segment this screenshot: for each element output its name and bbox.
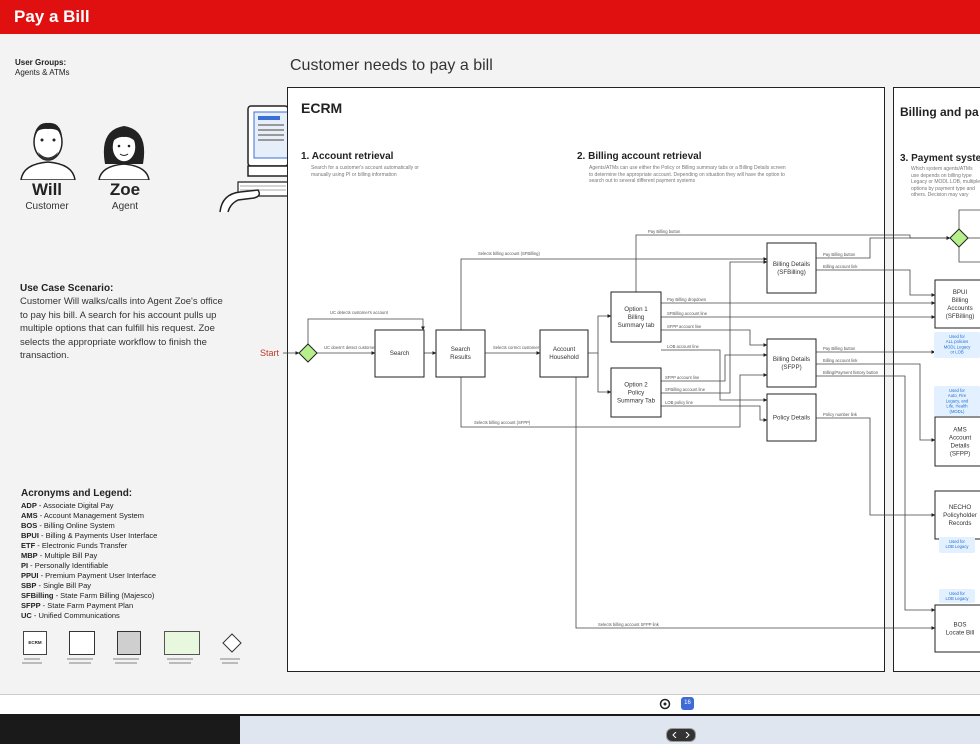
node-label-option1: Option 1: [624, 306, 648, 313]
edge-label-selects-billing-bottom: Selects billing account (SFPP): [474, 420, 531, 425]
pager-control[interactable]: [666, 728, 696, 742]
node-label-option1: Billing: [628, 314, 645, 321]
node-label-policy-details: Policy Details: [773, 415, 810, 422]
edge-label-lob-policy-line: LOB policy line: [665, 400, 694, 405]
node-billing-details-sfbilling[interactable]: [766, 242, 817, 294]
node-label-option2: Summary Tab: [617, 398, 656, 405]
note-text-bpui-note: or LOB: [950, 350, 963, 355]
node-label-account-household: Account: [553, 346, 576, 353]
edge-label-uc-detects: UC detects customer's account: [330, 310, 389, 315]
node-label-billing-details-sfb: (SFBilling): [777, 269, 806, 276]
node-label-billing-details-sfb: Billing Details: [773, 261, 810, 268]
node-label-search-results: Search: [451, 346, 471, 353]
edge-label-billing-payment-history: Billing/Payment history button: [823, 370, 879, 375]
node-label-ams: Account: [949, 435, 972, 442]
node-label-bpui: (SFBilling): [946, 313, 975, 320]
start-label: Start: [260, 348, 280, 358]
board-bottom-toolbar: 16: [0, 694, 980, 715]
edge-label-sfpp-account-line-1: SFPP account line: [667, 324, 702, 329]
node-label-ams: (SFPP): [950, 451, 970, 458]
edge-label-sfbilling-account-line-1: SFBilling account line: [667, 311, 708, 316]
edge-label-selects-billing-top: Selects billing account (SFBilling): [478, 251, 541, 256]
node-label-account-household: Household: [549, 354, 579, 361]
edge-label-pay-billing-button-3: Pay Billing button: [823, 346, 856, 351]
recenter-icon[interactable]: [659, 698, 671, 710]
node-label-billing-details-sfpp: Billing Details: [773, 356, 810, 363]
node-label-ams: Details: [951, 443, 970, 450]
node-ams[interactable]: [934, 416, 980, 467]
flow-diagram: UC detects customer's accountUC doesn't …: [260, 209, 980, 653]
edge-label-pay-billing-button: Pay Billing button: [648, 229, 681, 234]
edge-label-billing-account-link: Billing account link: [823, 264, 858, 269]
node-label-billing-details-sfpp: (SFPP): [781, 364, 801, 371]
node-label-bpui: Billing: [952, 297, 969, 304]
node-label-bos: Locate Bill: [946, 630, 975, 637]
node-label-necho: NECHO: [949, 504, 972, 511]
edge-label-sfpp-account-line-2: SFPP account line: [665, 375, 700, 380]
page-indicator-badge[interactable]: 16: [681, 697, 694, 710]
chevron-right-icon[interactable]: [684, 732, 690, 738]
chevron-left-icon[interactable]: [672, 732, 678, 738]
note-text-ams-note: (MODL): [950, 409, 965, 414]
edge-label-lob-account-line: LOB account line: [667, 344, 700, 349]
node-label-bpui: Accounts: [947, 305, 972, 312]
node-label-search-results: Results: [450, 354, 471, 361]
node-label-option2: Option 2: [624, 382, 648, 389]
edge-label-bottom-edge: Selects billing account SFPP link: [598, 622, 660, 627]
node-label-ams: AMS: [953, 427, 966, 434]
note-text-bos-note: LOB Legacy: [945, 596, 969, 601]
node-bos[interactable]: [934, 604, 980, 653]
page-indicator-value: 16: [684, 700, 691, 706]
note-text-necho-note: LOB Legacy: [945, 544, 969, 549]
node-label-bos: BOS: [953, 622, 966, 629]
edge-label-pay-billing-dropdown: Pay Billing dropdown: [667, 297, 707, 302]
edge-label-pay-billing-button-2: Pay Billing button: [823, 252, 856, 257]
node-bpui[interactable]: [934, 279, 980, 329]
taskbar: [0, 714, 980, 744]
edge-label-policy-number-link: Policy number link: [823, 412, 858, 417]
node-label-bpui: BPUI: [953, 289, 968, 296]
decision-diamond-start: [298, 343, 318, 363]
secondary-screen: [240, 716, 980, 744]
node-label-option1: Summary tab: [618, 322, 655, 329]
node-billing-details-sfpp[interactable]: [766, 338, 817, 388]
node-label-necho: Records: [948, 520, 971, 527]
node-label-option2: Policy: [628, 390, 645, 397]
edge-label-billing-account-link-2: Billing account link: [823, 358, 858, 363]
node-label-necho: Policyholder: [943, 512, 977, 519]
edge-label-sfbilling-account-line-2: SFBilling account line: [665, 387, 706, 392]
decision-diamond-payment: [949, 228, 969, 248]
node-label-search: Search: [390, 350, 410, 357]
